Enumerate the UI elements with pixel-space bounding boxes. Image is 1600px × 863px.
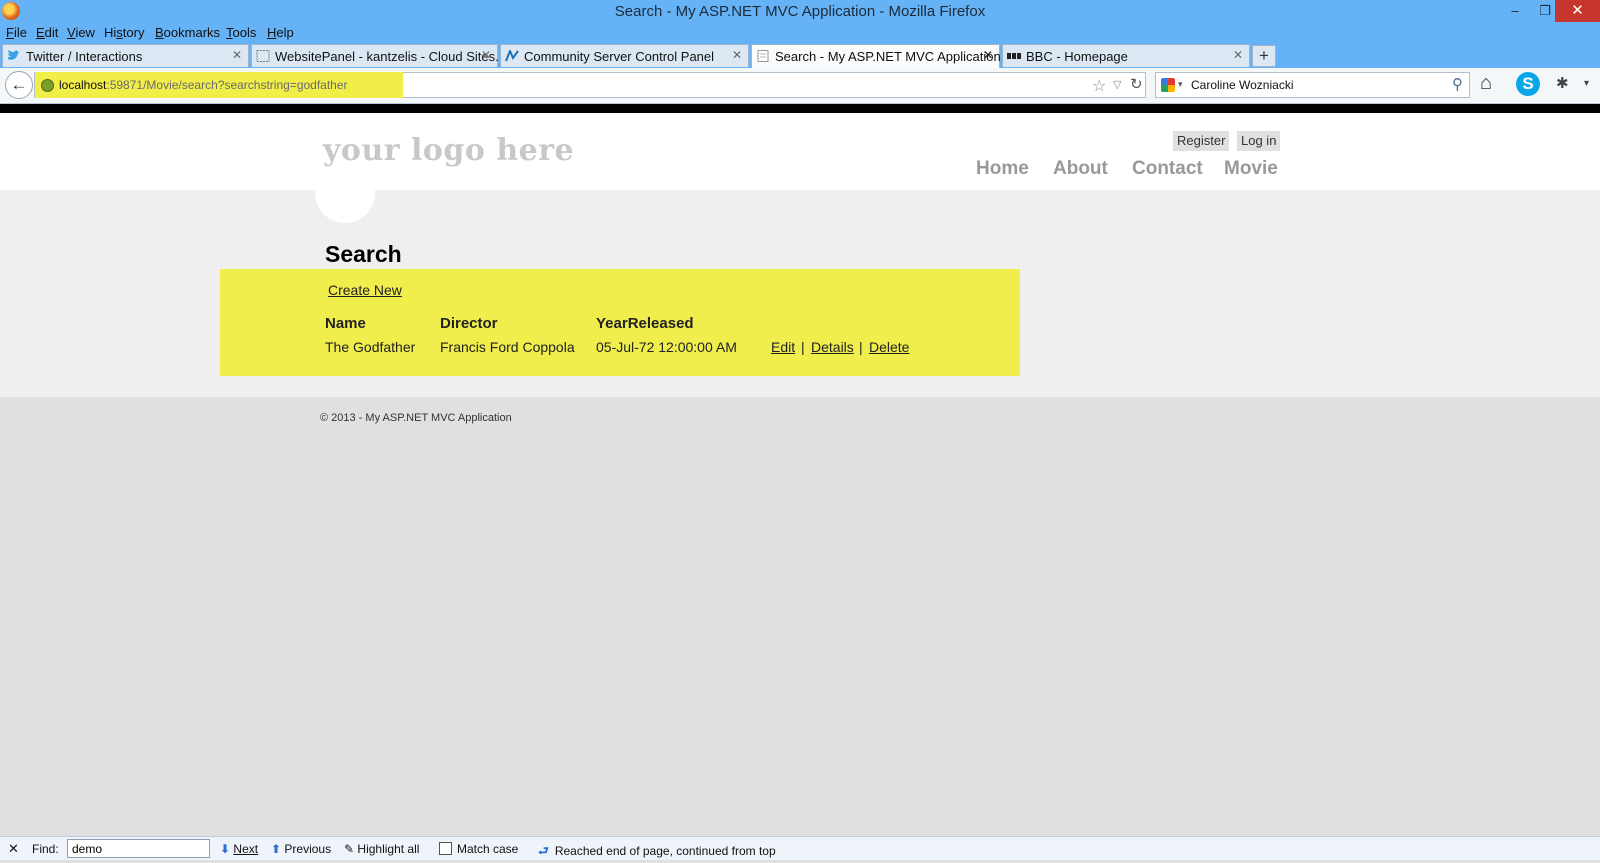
back-button[interactable]: ← <box>5 71 33 99</box>
page-title: Search <box>325 241 402 267</box>
details-link[interactable]: Details <box>811 339 854 355</box>
find-next-label: Next <box>233 842 259 856</box>
tab-label: Community Server Control Panel <box>524 49 715 64</box>
menu-tools[interactable]: Tools <box>226 25 256 40</box>
cell-year: 05-Jul-72 12:00:00 AM <box>596 339 737 355</box>
highlighter-icon: ✎ <box>344 842 355 856</box>
tab-label: Search - My ASP.NET MVC Application <box>775 49 1001 64</box>
nav-contact[interactable]: Contact <box>1132 158 1203 180</box>
site-header: your logo here Register Log in Home Abou… <box>0 113 1600 190</box>
address-bar[interactable]: localhost:59871/Movie/search?searchstrin… <box>34 72 1146 98</box>
close-window-button[interactable]: ✕ <box>1555 0 1600 22</box>
tab-label: Twitter / Interactions <box>26 49 143 64</box>
url-host: localhost <box>59 78 107 92</box>
bookmark-star-icon[interactable]: ☆ <box>1092 76 1106 96</box>
search-results: Create New Name Director YearReleased Th… <box>220 269 1020 376</box>
column-header-year: YearReleased <box>596 315 694 332</box>
community-server-icon <box>505 50 519 62</box>
link-separator: | <box>859 339 863 355</box>
new-tab-button[interactable]: + <box>1252 45 1276 67</box>
search-engine-dropdown-icon[interactable]: ▾ <box>1178 79 1183 90</box>
find-next-button[interactable]: ⬇ Next <box>220 842 258 856</box>
wrapped-icon: ⮐ <box>538 844 549 858</box>
menu-help[interactable]: Help <box>267 25 294 40</box>
tab-label: WebsitePanel - kantzelis - Cloud Sites..… <box>275 49 506 64</box>
footer-copyright: © 2013 - My ASP.NET MVC Application <box>320 412 512 424</box>
reload-icon[interactable]: ↻ <box>1130 75 1143 93</box>
tab-bbc[interactable]: BBC - Homepage ✕ <box>1002 44 1250 67</box>
checkbox-box[interactable] <box>439 842 452 855</box>
menu-edit[interactable]: Edit <box>36 25 58 40</box>
find-previous-button[interactable]: ⬆ Previous <box>271 842 331 856</box>
cell-director: Francis Ford Coppola <box>440 339 575 355</box>
link-separator: | <box>801 339 805 355</box>
nav-about[interactable]: About <box>1053 158 1108 180</box>
nav-home[interactable]: Home <box>976 158 1029 180</box>
find-previous-label: Previous <box>284 842 332 856</box>
minimize-button[interactable]: – <box>1500 0 1530 22</box>
home-icon[interactable]: ⌂ <box>1480 72 1492 95</box>
cell-name: The Godfather <box>325 339 416 355</box>
match-case-label: Match case <box>457 842 519 856</box>
bbc-icon <box>1007 53 1021 59</box>
site-identity-icon[interactable] <box>41 79 54 92</box>
find-label: Find: <box>32 842 59 856</box>
window-title: Search - My ASP.NET MVC Application - Mo… <box>614 3 986 20</box>
menu-history[interactable]: History <box>104 25 144 40</box>
search-magnifier-icon[interactable]: ⚲ <box>1452 75 1463 93</box>
toolbar-divider <box>0 104 1600 113</box>
tab-search-active[interactable]: Search - My ASP.NET MVC Application ✕ <box>751 44 1001 69</box>
menu-view[interactable]: View <box>67 25 95 40</box>
close-icon[interactable]: ✕ <box>983 48 993 62</box>
column-header-director: Director <box>440 315 498 332</box>
arrow-up-icon: ⬆ <box>271 842 282 856</box>
site-logo[interactable]: your logo here <box>323 133 574 168</box>
history-dropdown-icon[interactable]: ▽ <box>1113 78 1121 91</box>
url-path: :59871/Movie/search?searchstring=godfath… <box>106 78 348 92</box>
menu-bookmarks[interactable]: Bookmarks <box>155 25 220 40</box>
addon-icon[interactable]: ✱ <box>1556 74 1569 92</box>
blank-page-icon <box>256 50 270 62</box>
close-icon[interactable]: ✕ <box>232 48 242 62</box>
search-input[interactable]: Caroline Wozniacki <box>1191 78 1294 92</box>
tab-websitepanel[interactable]: WebsitePanel - kantzelis - Cloud Sites..… <box>251 44 506 67</box>
menu-bar: File Edit View History Bookmarks Tools H… <box>0 24 1600 42</box>
highlight-all-button[interactable]: ✎ Highlight all <box>344 842 419 856</box>
tab-community-server[interactable]: Community Server Control Panel ✕ <box>500 44 749 67</box>
twitter-icon <box>8 50 20 60</box>
navigation-toolbar: ← localhost:59871/Movie/search?searchstr… <box>0 68 1600 104</box>
find-input[interactable] <box>67 839 210 858</box>
find-bar: ✕ Find: ⬇ Next ⬆ Previous ✎ Highlight al… <box>0 836 1600 860</box>
edit-link[interactable]: Edit <box>771 339 795 355</box>
search-bar[interactable]: ▾ Caroline Wozniacki ⚲ <box>1155 72 1470 98</box>
column-header-name: Name <box>325 315 366 332</box>
login-link[interactable]: Log in <box>1237 131 1281 151</box>
create-new-link[interactable]: Create New <box>328 282 402 298</box>
skype-icon[interactable]: S <box>1516 72 1540 96</box>
close-icon[interactable]: ✕ <box>732 48 742 62</box>
delete-link[interactable]: Delete <box>869 339 909 355</box>
google-icon[interactable] <box>1161 78 1175 92</box>
tab-twitter[interactable]: Twitter / Interactions ✕ <box>2 44 249 67</box>
menu-file[interactable]: File <box>6 25 27 40</box>
tab-strip: Twitter / Interactions ✕ WebsitePanel - … <box>0 42 1600 69</box>
nav-movie[interactable]: Movie <box>1224 158 1278 180</box>
highlight-all-label: Highlight all <box>357 842 420 856</box>
web-page: your logo here Register Log in Home Abou… <box>0 113 1600 836</box>
close-icon[interactable]: ✕ <box>481 48 491 62</box>
arrow-down-icon: ⬇ <box>220 842 231 856</box>
title-bar: Search - My ASP.NET MVC Application - Mo… <box>0 0 1600 24</box>
logo-circle <box>315 163 375 223</box>
close-findbar-icon[interactable]: ✕ <box>8 841 19 857</box>
tab-label: BBC - Homepage <box>1026 49 1128 64</box>
match-case-checkbox[interactable]: Match case <box>439 842 518 856</box>
url-text[interactable]: localhost:59871/Movie/search?searchstrin… <box>59 78 348 92</box>
toolbar-menu-dropdown-icon[interactable]: ▾ <box>1584 78 1589 89</box>
find-status-text: Reached end of page, continued from top <box>554 844 776 858</box>
page-icon <box>757 50 769 62</box>
register-link[interactable]: Register <box>1173 131 1230 151</box>
close-icon[interactable]: ✕ <box>1233 48 1243 62</box>
